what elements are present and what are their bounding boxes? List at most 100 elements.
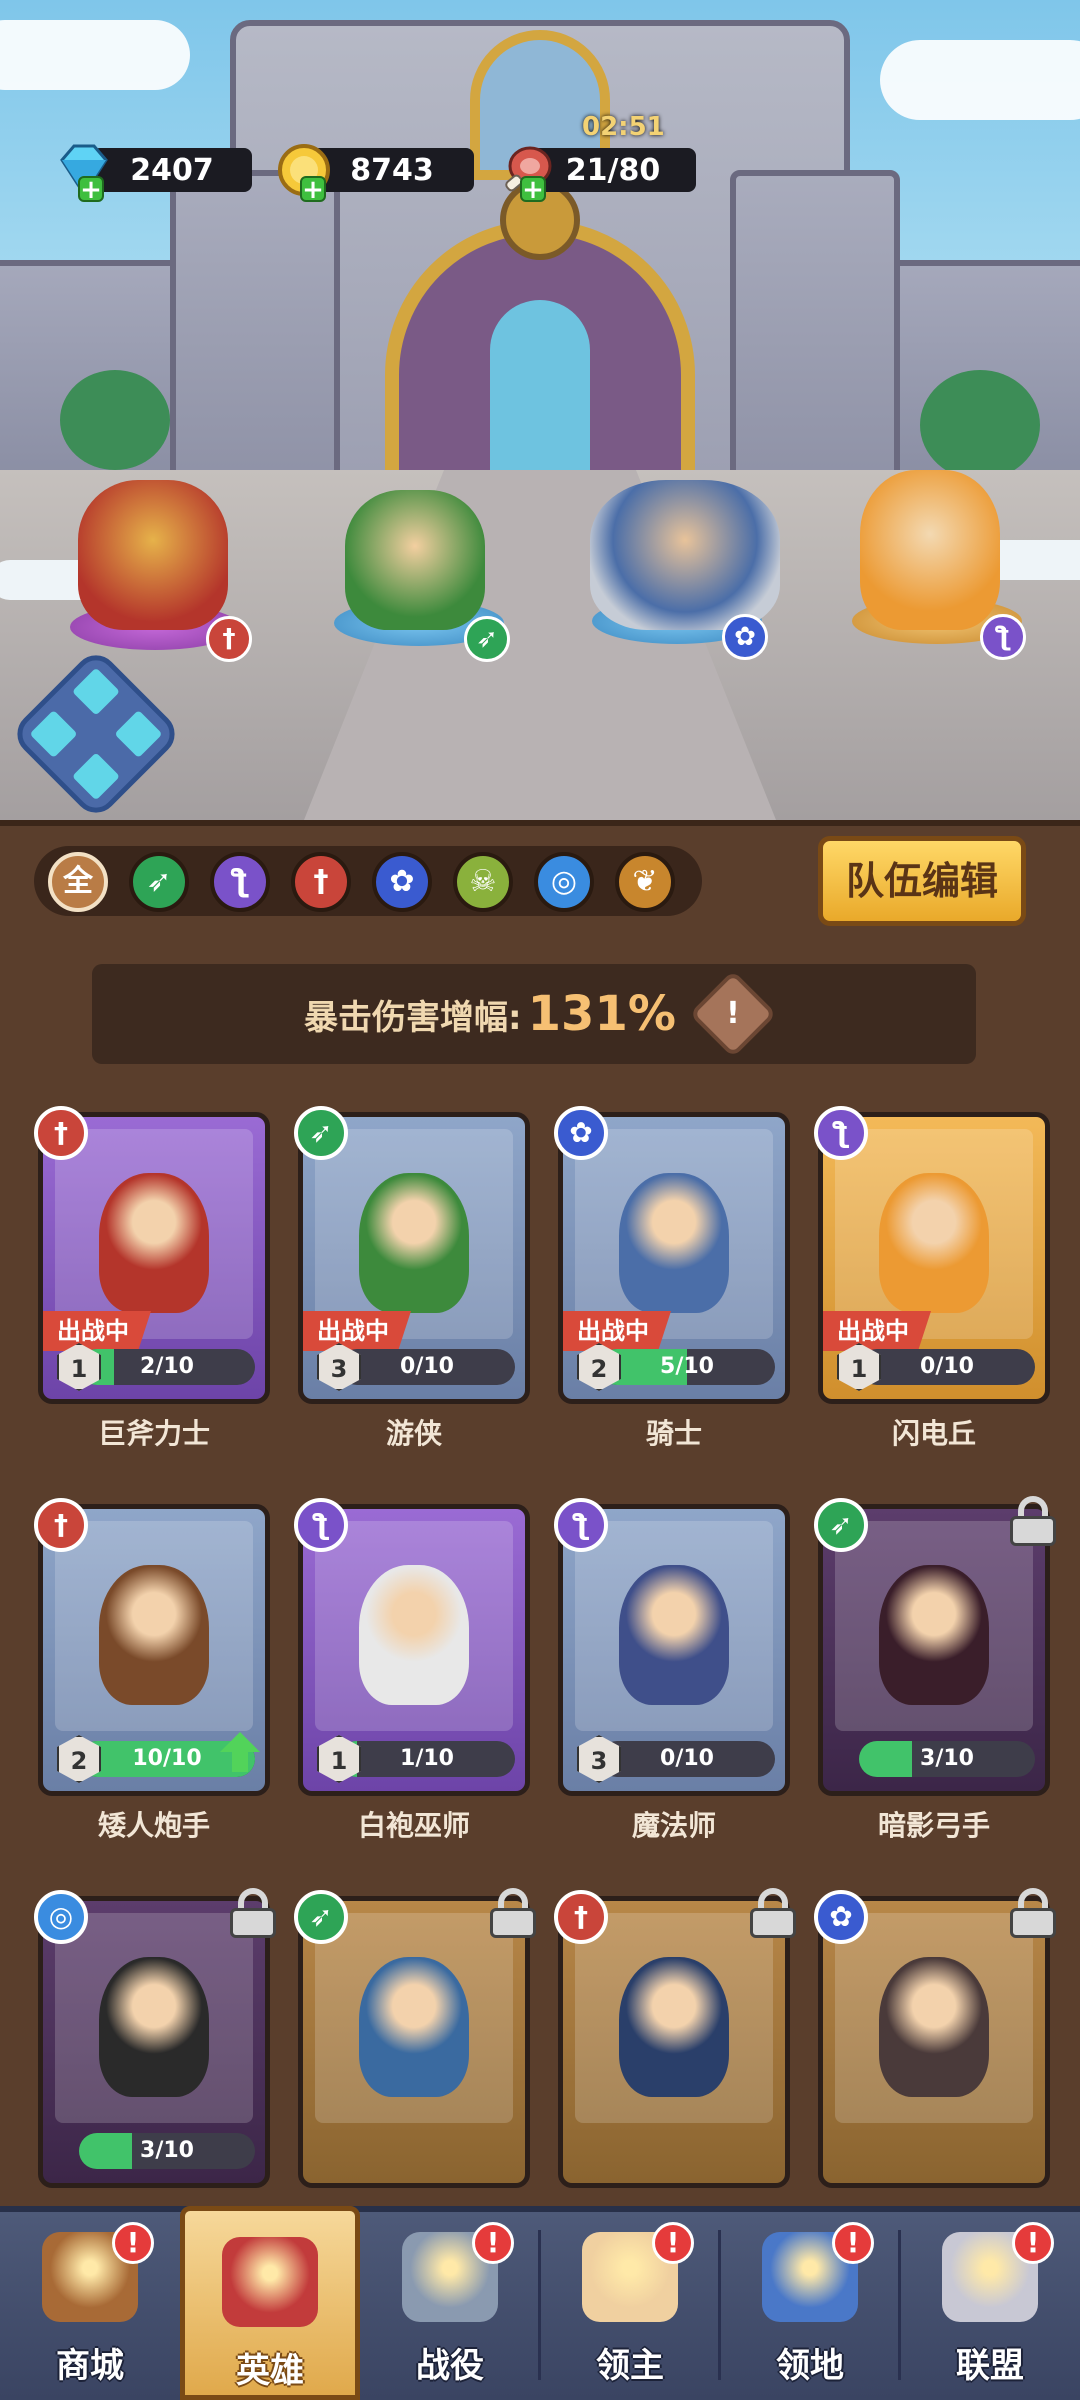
nav-label: 商城 <box>56 2346 124 2386</box>
hero-portrait <box>619 1957 729 2097</box>
cloud <box>0 20 190 90</box>
filter-spiral-class-icon[interactable]: ◎ <box>534 852 594 912</box>
nav-divider <box>898 2230 901 2380</box>
in-battle-tag: 出战中 <box>563 1311 671 1351</box>
paw-class-icon: ✿ <box>722 614 768 660</box>
in-battle-tag: 出战中 <box>303 1311 411 1351</box>
shard-progress-text: 1/10 <box>400 1746 454 1771</box>
staff-class-icon: ƪ <box>554 1498 608 1552</box>
shard-progress-text: 0/10 <box>400 1354 454 1379</box>
nav-label: 英雄 <box>236 2351 304 2391</box>
stamina-timer: 02:51 <box>582 112 665 142</box>
shard-progress-bar: 0/10 <box>599 1741 775 1777</box>
add-gems-button[interactable]: + <box>78 176 104 203</box>
sword-class-icon: † <box>206 616 252 662</box>
staff-class-icon: ƪ <box>980 614 1026 660</box>
nav-shop[interactable]: 商城 <box>0 2206 180 2400</box>
hero-name: 矮人炮手 <box>97 1809 210 1842</box>
ranger-hero[interactable] <box>345 490 485 630</box>
filter-bow-class-icon[interactable]: ➶ <box>129 852 189 912</box>
dpad-up[interactable] <box>71 667 121 716</box>
paw-class-icon: ✿ <box>814 1890 868 1944</box>
bow-class-icon: ➶ <box>814 1498 868 1552</box>
hero-name: 骑士 <box>645 1417 702 1450</box>
shard-progress-text: 0/10 <box>920 1354 974 1379</box>
nav-battle[interactable]: 战役 <box>360 2206 540 2400</box>
castle-scene: 2407 + 8743 + 02:51 21/80 + † ➶ ✿ ƪ <box>0 0 1080 830</box>
staff-class-icon: ƪ <box>294 1498 348 1552</box>
hero-portrait <box>359 1565 469 1705</box>
info-icon[interactable]: ! <box>689 970 777 1058</box>
bush <box>60 370 170 470</box>
nav-label: 战役 <box>416 2346 484 2386</box>
dpad-down[interactable] <box>71 752 121 801</box>
nav-lord[interactable]: 领主 <box>540 2206 720 2400</box>
shard-progress-text: 2/10 <box>140 1354 194 1379</box>
hero-portrait <box>99 1173 209 1313</box>
nav-divider <box>718 2230 721 2380</box>
knight-hero[interactable] <box>590 480 780 630</box>
bow-class-icon: ➶ <box>464 616 510 662</box>
in-battle-tag: 出战中 <box>823 1311 931 1351</box>
lock-icon <box>1010 1888 1056 1938</box>
hero-portrait <box>99 1565 209 1705</box>
nav-heroes[interactable]: 英雄 <box>180 2206 360 2400</box>
lock-icon <box>750 1888 796 1938</box>
nav-label: 联盟 <box>956 2346 1024 2386</box>
filter-all-icon[interactable]: 全 <box>48 852 108 912</box>
shard-progress-bar: 2/10 <box>79 1349 255 1385</box>
add-gold-button[interactable]: + <box>300 176 326 203</box>
spiral-class-icon: ◎ <box>34 1890 88 1944</box>
filter-sword-class-icon[interactable]: † <box>291 852 351 912</box>
paw-class-icon: ✿ <box>554 1106 608 1160</box>
filter-staff-class-icon[interactable]: ƪ <box>210 852 270 912</box>
lock-icon <box>230 1888 276 1938</box>
lightning-hero[interactable] <box>860 470 1000 630</box>
filter-wings-class-icon[interactable]: ❦ <box>615 852 675 912</box>
crit-damage-bonus: 暴击伤害增幅: 131% ! <box>92 964 976 1064</box>
crit-value: 131% <box>527 986 676 1042</box>
filter-skull-class-icon[interactable]: ☠ <box>453 852 513 912</box>
shard-progress-text: 3/10 <box>920 1746 974 1771</box>
hero-portrait <box>619 1173 729 1313</box>
filter-paw-class-icon[interactable]: ✿ <box>372 852 432 912</box>
dpad-left[interactable] <box>29 709 78 759</box>
hero-portrait <box>879 1957 989 2097</box>
hero-portrait <box>359 1173 469 1313</box>
nav-label: 领主 <box>596 2346 664 2386</box>
hero-name: 暗影弓手 <box>877 1809 990 1842</box>
shard-progress-text: 3/10 <box>140 2138 194 2163</box>
bow-class-icon: ➶ <box>294 1106 348 1160</box>
cloud <box>880 40 1080 120</box>
shard-progress-bar: 3/10 <box>859 1741 1035 1777</box>
dpad-right[interactable] <box>114 709 163 759</box>
hero-screen: 2407 + 8743 + 02:51 21/80 + † ➶ ✿ ƪ 全 ➶ … <box>0 0 1080 2400</box>
alert-badge: ! <box>112 2222 154 2264</box>
hero-name: 巨斧力士 <box>97 1417 210 1450</box>
gems-counter: 2407 <box>92 148 252 192</box>
hero-portrait <box>359 1957 469 2097</box>
nav-divider <box>538 2230 541 2380</box>
bush <box>920 370 1040 480</box>
bow-class-icon: ➶ <box>294 1890 348 1944</box>
add-stamina-button[interactable]: + <box>520 176 546 203</box>
team-edit-button[interactable]: 队伍编辑 <box>818 836 1026 926</box>
alert-badge: ! <box>832 2222 874 2264</box>
in-battle-tag: 出战中 <box>43 1311 151 1351</box>
sword-class-icon: † <box>34 1498 88 1552</box>
shard-progress-bar: 0/10 <box>339 1349 515 1385</box>
castle-tower-left <box>170 170 340 510</box>
alert-badge: ! <box>472 2222 514 2264</box>
sword-class-icon: † <box>34 1106 88 1160</box>
nav-territory[interactable]: 领地 <box>720 2206 900 2400</box>
crit-label: 暴击伤害增幅: <box>304 997 522 1038</box>
staff-class-icon: ƪ <box>814 1106 868 1160</box>
hero-portrait <box>99 1957 209 2097</box>
axe-warrior-hero[interactable] <box>78 480 228 630</box>
nav-alliance[interactable]: 联盟 <box>900 2206 1080 2400</box>
lock-icon <box>490 1888 536 1938</box>
hero-portrait <box>619 1565 729 1705</box>
hero-name: 游侠 <box>385 1417 442 1450</box>
shard-progress-text: 5/10 <box>660 1354 714 1379</box>
shard-progress-bar: 3/10 <box>79 2133 255 2169</box>
